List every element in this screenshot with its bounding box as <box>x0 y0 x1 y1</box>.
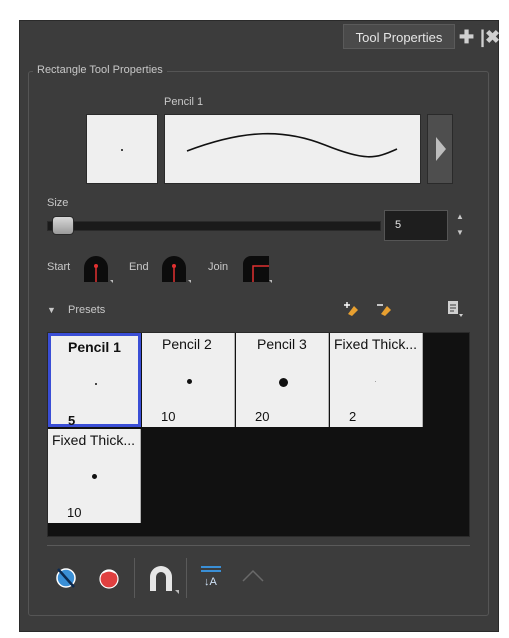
start-cap-label: Start <box>47 261 71 273</box>
toolbar-separator <box>134 558 135 598</box>
collapse-triangle-icon[interactable]: ▼ <box>47 306 56 315</box>
preset-name: Fixed Thick... <box>334 336 417 352</box>
size-input[interactable]: 5 <box>384 210 448 241</box>
start-cap-button[interactable] <box>82 254 113 283</box>
divider <box>47 545 470 546</box>
toolbar-separator <box>186 558 187 598</box>
snap-magnet-icon[interactable] <box>146 563 180 600</box>
preset-item[interactable]: Fixed Thick... 10 <box>48 429 141 523</box>
preset-dot <box>279 378 288 387</box>
stroke-preview <box>164 114 421 184</box>
arrange-stroke-icon[interactable]: ↓A <box>198 563 224 594</box>
plus-icon[interactable]: ✚ <box>459 28 474 46</box>
preset-dot <box>92 474 97 479</box>
preset-size: 20 <box>255 409 270 424</box>
preset-dot <box>95 383 97 385</box>
preset-size: 5 <box>68 413 76 428</box>
preset-item[interactable]: Pencil 1 5 <box>48 333 141 428</box>
size-slider-handle[interactable] <box>52 216 74 235</box>
delete-preset-icon[interactable] <box>377 300 395 323</box>
play-arrow-icon <box>436 137 446 161</box>
end-cap-button[interactable] <box>160 254 191 283</box>
join-button[interactable] <box>241 254 272 283</box>
preset-dot <box>187 379 192 384</box>
show-brush-properties-button[interactable] <box>427 114 453 184</box>
preset-size: 10 <box>161 409 176 424</box>
tab-tool-properties[interactable]: Tool Properties <box>343 24 455 49</box>
end-cap-label: End <box>129 261 149 273</box>
new-preset-icon[interactable] <box>344 300 362 323</box>
join-label: Join <box>208 261 229 273</box>
preset-dot <box>375 381 376 382</box>
size-slider-track[interactable] <box>47 221 381 231</box>
preset-menu-icon[interactable] <box>446 300 464 323</box>
size-label: Size <box>47 197 69 209</box>
presets-grid: Pencil 1 5 Pencil 2 10 Pencil 3 20 Fixed… <box>47 332 470 537</box>
preset-size: 10 <box>67 505 82 520</box>
increment-icon[interactable]: ▲ <box>456 213 464 221</box>
round-join-icon <box>243 256 272 283</box>
close-icon[interactable]: |✖ <box>480 28 500 46</box>
stroke-curve <box>186 132 398 158</box>
group-title: Rectangle Tool Properties <box>33 63 167 77</box>
tip-dot <box>121 149 123 151</box>
preset-name: Fixed Thick... <box>52 432 135 448</box>
chevron-up-icon[interactable] <box>240 566 266 589</box>
preset-item[interactable]: Pencil 2 10 <box>142 333 235 427</box>
brush-name-label: Pencil 1 <box>164 96 204 108</box>
auto-flatten-icon[interactable] <box>52 565 80 596</box>
svg-text:↓A: ↓A <box>204 576 218 588</box>
preset-item[interactable]: Fixed Thick... 2 <box>330 333 423 427</box>
auto-fill-icon[interactable] <box>95 565 123 596</box>
brush-tip-preview <box>86 114 158 184</box>
preset-size: 2 <box>349 409 357 424</box>
decrement-icon[interactable]: ▼ <box>456 229 464 237</box>
presets-label: Presets <box>68 304 106 316</box>
round-cap-icon <box>84 256 113 283</box>
preset-item[interactable]: Pencil 3 20 <box>236 333 329 427</box>
round-cap-icon <box>162 256 191 283</box>
